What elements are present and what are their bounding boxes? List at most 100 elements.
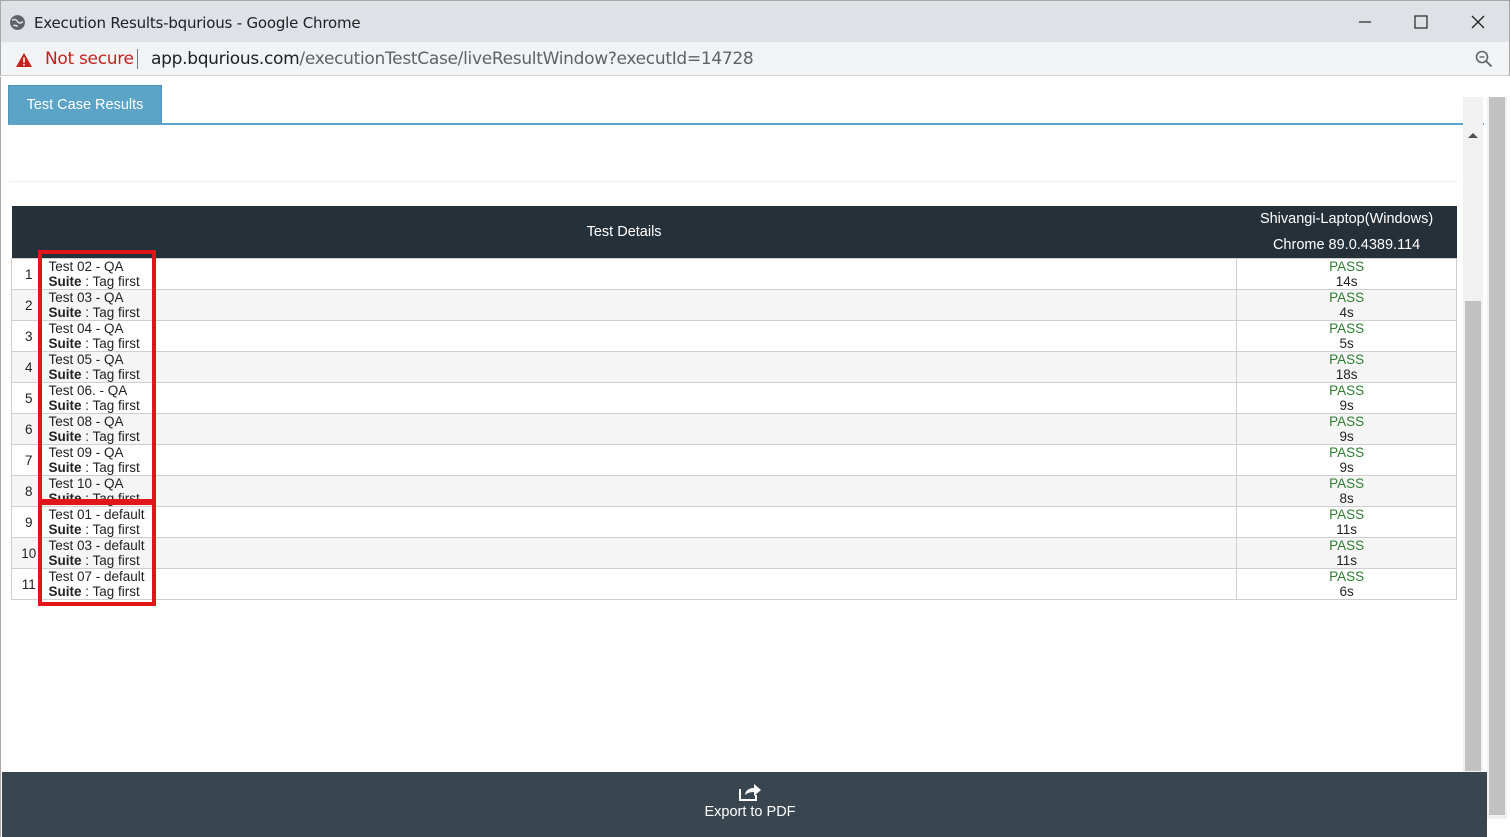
test-name[interactable]: Test 10 - QA	[49, 476, 1237, 491]
minimize-button[interactable]	[1352, 9, 1378, 35]
result-status: PASS	[1329, 352, 1365, 367]
table-row: 4 Test 05 - QA Suite : Tag first PASS 18s	[11, 351, 1457, 383]
window-titlebar: Execution Results-bqurious - Google Chro…	[0, 0, 1510, 42]
test-details-cell: Test 09 - QA Suite : Tag first	[45, 444, 1238, 476]
scroll-up-arrow-icon[interactable]	[1466, 130, 1480, 140]
test-details-cell: Test 04 - QA Suite : Tag first	[45, 320, 1238, 352]
test-details-cell: Test 03 - default Suite : Tag first	[45, 537, 1238, 569]
warning-icon	[16, 53, 32, 67]
table-row: 5 Test 06. - QA Suite : Tag first PASS 9s	[11, 382, 1457, 414]
suite-line: Suite : Tag first	[48, 584, 140, 599]
suite-line: Suite : Tag first	[48, 367, 140, 382]
test-name[interactable]: Test 03 - default	[49, 538, 1237, 553]
minimize-icon	[1359, 21, 1371, 23]
test-details-cell: Test 02 - QA Suite : Tag first	[45, 258, 1238, 290]
result-duration: 11s	[1336, 522, 1357, 537]
tab-test-case-results[interactable]: Test Case Results	[8, 85, 162, 124]
test-name[interactable]: Test 01 - default	[49, 507, 1237, 522]
result-cell: PASS 18s	[1236, 351, 1457, 383]
result-duration: 8s	[1339, 491, 1354, 506]
outer-scrollbar-thumb[interactable]	[1489, 97, 1505, 815]
table-row: 11 Test 07 - default Suite : Tag first PASS…	[11, 568, 1457, 600]
tab-underline	[8, 123, 1484, 125]
result-status: PASS	[1329, 290, 1365, 305]
result-cell: PASS 11s	[1236, 506, 1457, 538]
test-name[interactable]: Test 02 - QA	[49, 259, 1237, 274]
header-browser: Chrome 89.0.4389.114	[1272, 237, 1421, 253]
window-title: Execution Results-bqurious - Google Chro…	[34, 14, 361, 32]
table-row: 10 Test 03 - default Suite : Tag first PASS…	[11, 537, 1457, 569]
test-details-cell: Test 05 - QA Suite : Tag first	[45, 351, 1238, 383]
result-cell: PASS 9s	[1236, 413, 1457, 445]
result-status: PASS	[1329, 321, 1365, 336]
test-details-cell: Test 06. - QA Suite : Tag first	[45, 382, 1238, 414]
header-test-details: Test Details	[11, 206, 1237, 259]
result-duration: 14s	[1335, 274, 1358, 289]
suite-line: Suite : Tag first	[48, 274, 140, 289]
share-export-icon	[739, 784, 761, 801]
table-row: 7 Test 09 - QA Suite : Tag first PASS 9s	[11, 444, 1457, 476]
result-cell: PASS 8s	[1236, 475, 1457, 507]
test-name[interactable]: Test 03 - QA	[49, 290, 1237, 305]
test-name[interactable]: Test 08 - QA	[49, 414, 1237, 429]
result-status: PASS	[1329, 383, 1365, 398]
test-details-cell: Test 01 - default Suite : Tag first	[45, 506, 1238, 538]
suite-line: Suite : Tag first	[48, 553, 140, 568]
result-cell: PASS 9s	[1236, 382, 1457, 414]
maximize-icon	[1414, 15, 1428, 29]
result-status: PASS	[1329, 538, 1365, 553]
header-environment: Shivangi-Laptop(Windows) Chrome 89.0.438…	[1236, 206, 1457, 259]
suite-line: Suite : Tag first	[48, 336, 140, 351]
section-divider	[11, 181, 1458, 182]
suite-line: Suite : Tag first	[48, 429, 140, 444]
test-name[interactable]: Test 06. - QA	[49, 383, 1237, 398]
highlight-box-qa	[38, 250, 156, 503]
test-details-cell: Test 03 - QA Suite : Tag first	[45, 289, 1238, 321]
table-header-row: Test Details Shivangi-Laptop(Windows) Ch…	[11, 206, 1457, 259]
test-details-cell: Test 07 - default Suite : Tag first	[45, 568, 1238, 600]
table-row: 3 Test 04 - QA Suite : Tag first PASS 5s	[11, 320, 1457, 352]
table-row: 9 Test 01 - default Suite : Tag first PASS 1…	[11, 506, 1457, 538]
result-duration: 5s	[1339, 336, 1354, 351]
result-status: PASS	[1329, 476, 1365, 491]
result-cell: PASS 9s	[1236, 444, 1457, 476]
page-content: Test Case Results Test Details Shivangi-…	[0, 77, 1510, 837]
suite-line: Suite : Tag first	[48, 491, 140, 506]
suite-line: Suite : Tag first	[48, 305, 140, 320]
inner-scrollbar-thumb[interactable]	[1465, 301, 1481, 771]
zoom-icon[interactable]	[1475, 50, 1493, 68]
result-cell: PASS 4s	[1236, 289, 1457, 321]
test-name[interactable]: Test 04 - QA	[49, 321, 1237, 336]
close-icon	[1471, 15, 1485, 29]
suite-line: Suite : Tag first	[48, 460, 140, 475]
result-status: PASS	[1329, 414, 1365, 429]
address-separator	[137, 49, 138, 69]
export-pdf-label: Export to PDF	[704, 804, 796, 820]
header-machine: Shivangi-Laptop(Windows)	[1259, 211, 1434, 227]
table-row: 1 Test 02 - QA Suite : Tag first PASS 14s	[11, 258, 1457, 290]
table-row: 6 Test 08 - QA Suite : Tag first PASS 9s	[11, 413, 1457, 445]
url-text[interactable]: app.bqurious.com/executionTestCase/liveR…	[151, 49, 754, 69]
result-cell: PASS 14s	[1236, 258, 1457, 290]
test-name[interactable]: Test 07 - default	[49, 569, 1237, 584]
table-row: 8 Test 10 - QA Suite : Tag first PASS 8s	[11, 475, 1457, 507]
highlight-box-default	[38, 501, 156, 606]
result-duration: 9s	[1339, 460, 1354, 475]
result-duration: 9s	[1339, 398, 1354, 413]
result-duration: 4s	[1339, 305, 1354, 320]
security-status[interactable]: Not secure	[45, 49, 134, 69]
suite-line: Suite : Tag first	[48, 398, 140, 413]
maximize-button[interactable]	[1408, 9, 1434, 35]
url-host: app.bqurious.com	[151, 49, 300, 69]
result-duration: 18s	[1335, 367, 1358, 382]
result-status: PASS	[1329, 445, 1365, 460]
result-status: PASS	[1329, 569, 1365, 584]
close-button[interactable]	[1465, 9, 1491, 35]
test-name[interactable]: Test 05 - QA	[49, 352, 1237, 367]
export-pdf-button[interactable]: Export to PDF	[692, 778, 808, 830]
results-table: Test Details Shivangi-Laptop(Windows) Ch…	[11, 206, 1457, 600]
result-duration: 9s	[1339, 429, 1354, 444]
suite-line: Suite : Tag first	[48, 522, 140, 537]
test-name[interactable]: Test 09 - QA	[49, 445, 1237, 460]
result-status: PASS	[1329, 507, 1365, 522]
